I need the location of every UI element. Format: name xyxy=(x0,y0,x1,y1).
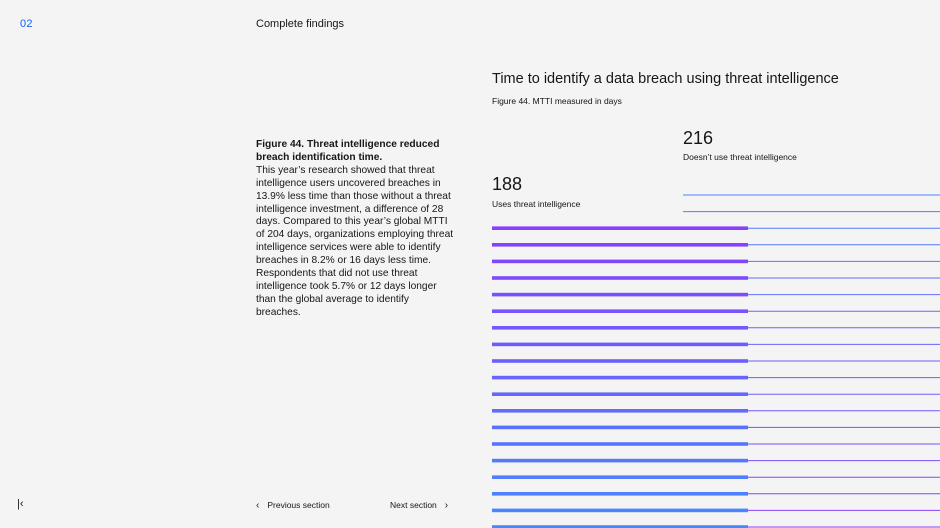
first-page-button[interactable]: |‹ xyxy=(17,498,24,510)
previous-section-link[interactable]: ‹ Previous section xyxy=(256,500,330,511)
chevron-right-icon: › xyxy=(444,500,449,511)
value-label-threat-intel: 188 xyxy=(492,174,523,194)
category-label-no-threat-intel: Doesn’t use threat intelligence xyxy=(683,152,797,162)
chart-title: Time to identify a data breach using thr… xyxy=(492,71,839,87)
stripe-threat-intel xyxy=(492,425,748,430)
category-label-threat-intel: Uses threat intelligence xyxy=(492,199,581,209)
stripe-threat-intel xyxy=(492,292,748,297)
stripe-threat-intel xyxy=(492,375,748,380)
next-section-link[interactable]: Next section › xyxy=(390,500,448,511)
stripe-threat-intel xyxy=(492,508,748,513)
chart-subtitle: Figure 44. MTTI measured in days xyxy=(492,96,622,106)
previous-section-label: Previous section xyxy=(267,500,330,510)
stripe-threat-intel xyxy=(492,492,748,496)
stripe-threat-intel xyxy=(492,409,748,413)
stripe-threat-intel xyxy=(492,259,748,264)
stripe-threat-intel xyxy=(492,276,748,280)
stripe-threat-intel xyxy=(492,392,748,396)
page: 02 Complete findings Figure 44. Threat i… xyxy=(0,0,940,528)
stripe-threat-intel xyxy=(492,309,748,313)
stripe-threat-intel xyxy=(492,342,748,347)
first-page-icon: |‹ xyxy=(17,498,24,510)
stripe-threat-intel xyxy=(492,359,748,363)
next-section-label: Next section xyxy=(390,500,437,510)
stripe-threat-intel xyxy=(492,475,748,479)
stripe-threat-intel xyxy=(492,226,748,230)
stripe-threat-intel xyxy=(492,458,748,463)
stripe-threat-intel xyxy=(492,243,748,247)
chevron-left-icon: ‹ xyxy=(256,500,260,511)
value-label-no-threat-intel: 216 xyxy=(683,128,714,148)
stripe-threat-intel xyxy=(492,326,748,330)
stripe-threat-intel xyxy=(492,442,748,446)
